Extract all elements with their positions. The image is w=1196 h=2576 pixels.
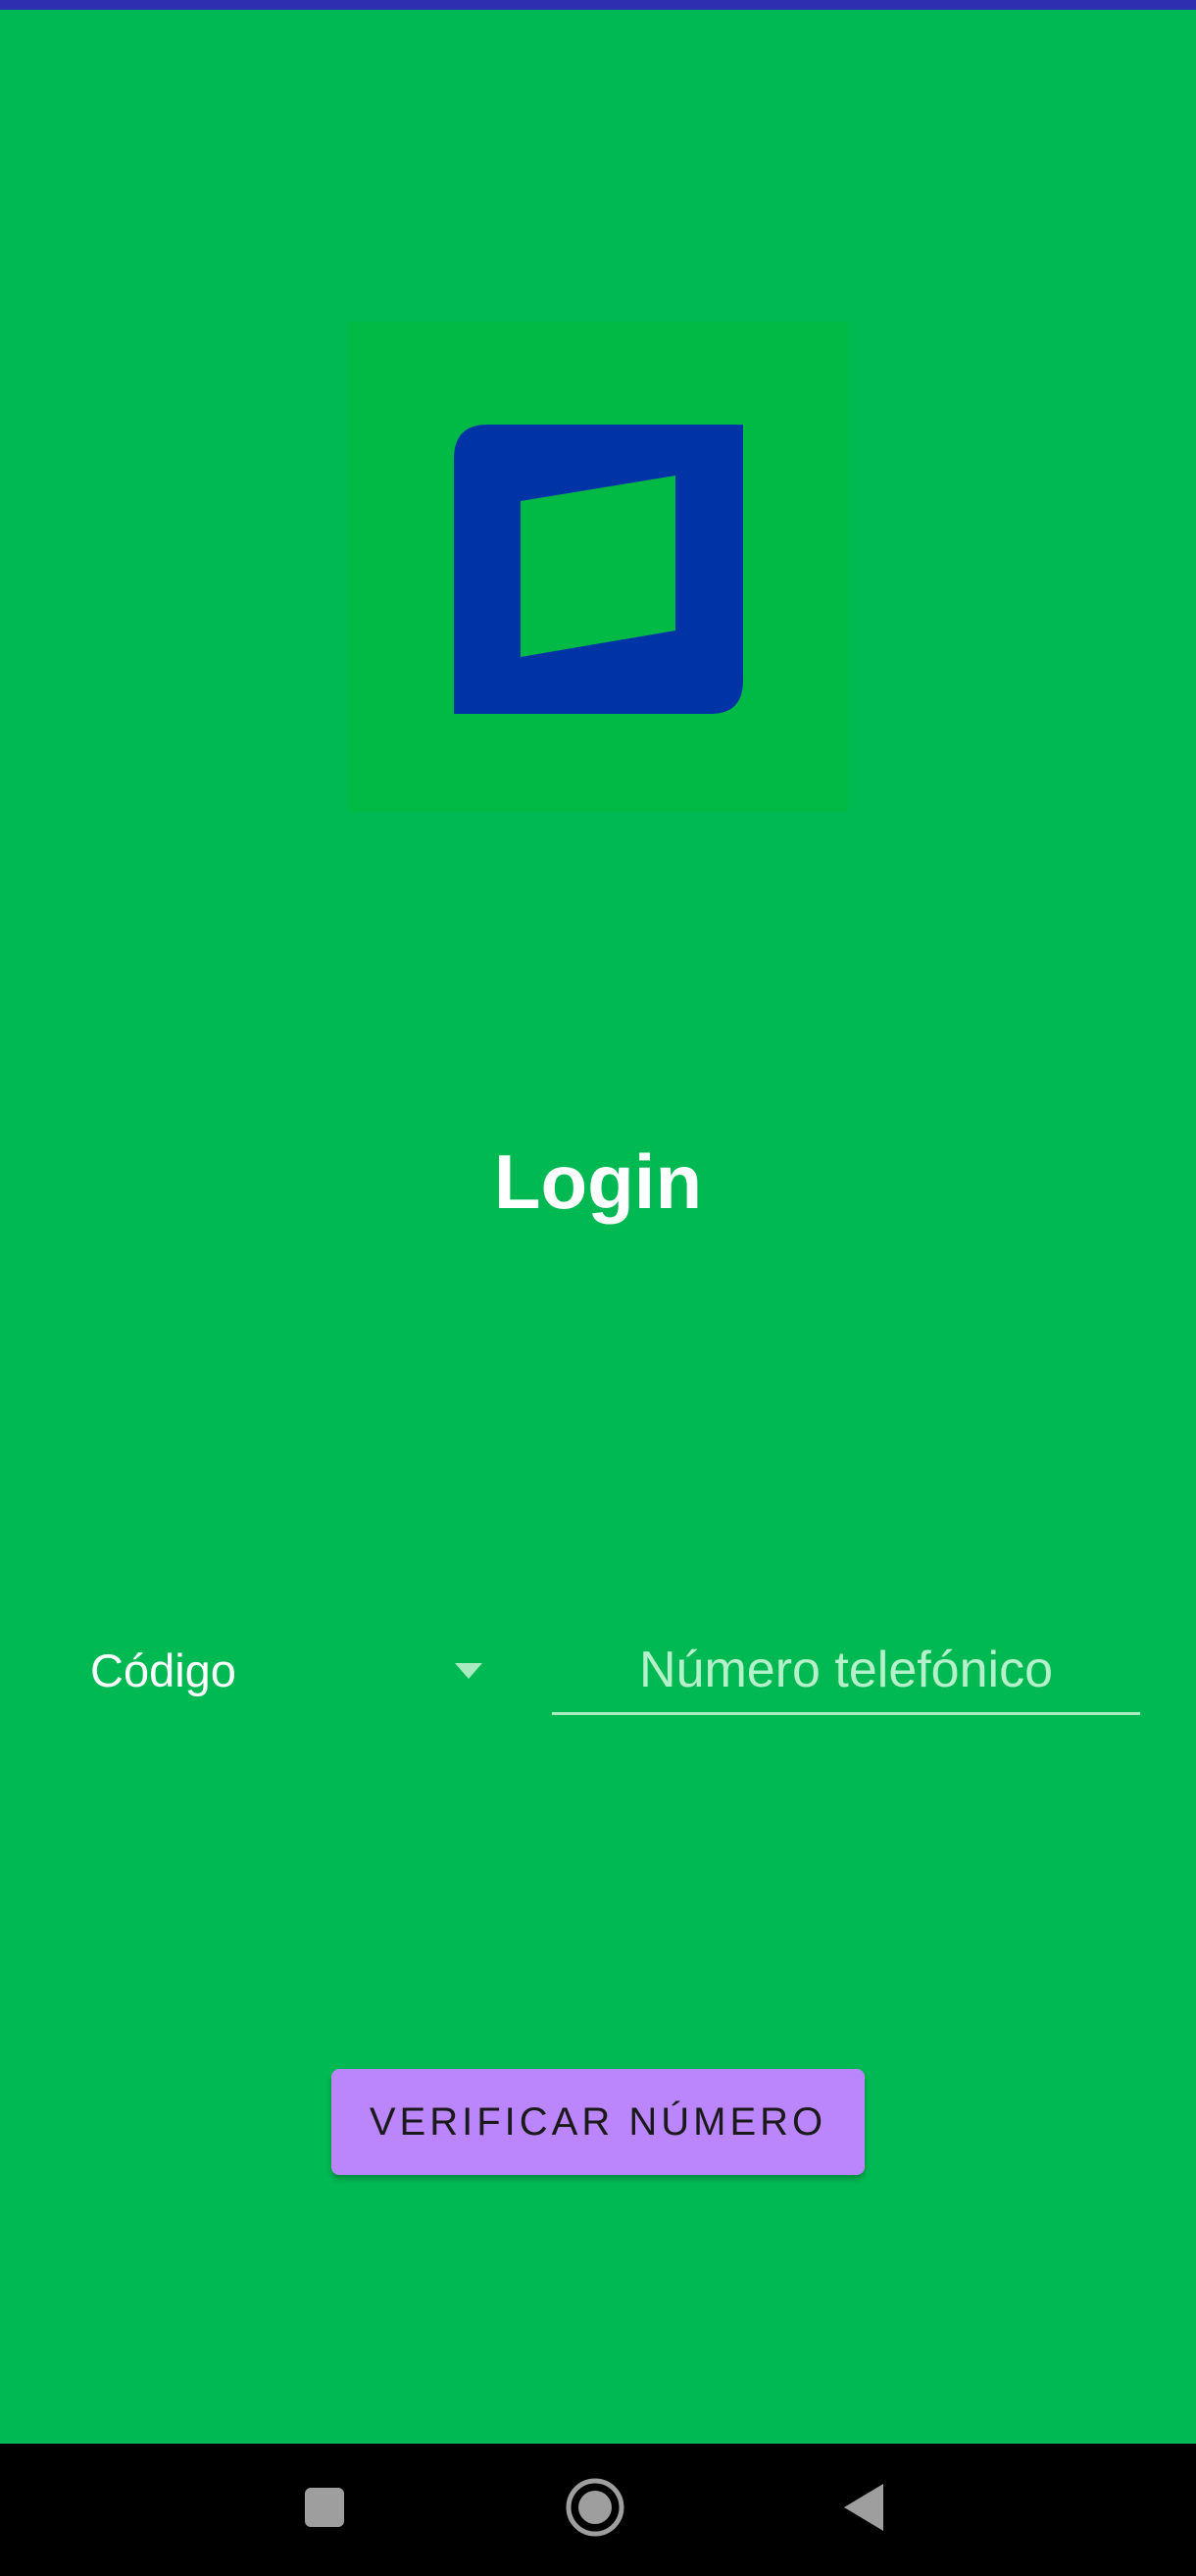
page-title: Login [493, 1138, 703, 1225]
status-bar [0, 0, 1196, 10]
triangle-back-icon [838, 2480, 887, 2540]
verify-number-button[interactable]: VERIFICAR NÚMERO [331, 2069, 865, 2175]
country-code-label: Código [90, 1644, 236, 1696]
country-code-dropdown[interactable]: Código [90, 1628, 502, 1716]
home-button[interactable] [551, 2465, 639, 2553]
phone-number-input[interactable] [552, 1628, 1140, 1712]
circle-icon [564, 2476, 626, 2544]
phone-number-field [552, 1628, 1140, 1715]
login-screen: Login Código VERIFICAR NÚMERO [0, 0, 1196, 2576]
navigation-bar [0, 2444, 1196, 2576]
back-button[interactable] [819, 2465, 907, 2553]
chevron-down-icon [453, 1657, 484, 1687]
recents-button[interactable] [280, 2465, 369, 2553]
square-icon [303, 2486, 346, 2534]
app-logo-icon [348, 322, 848, 812]
